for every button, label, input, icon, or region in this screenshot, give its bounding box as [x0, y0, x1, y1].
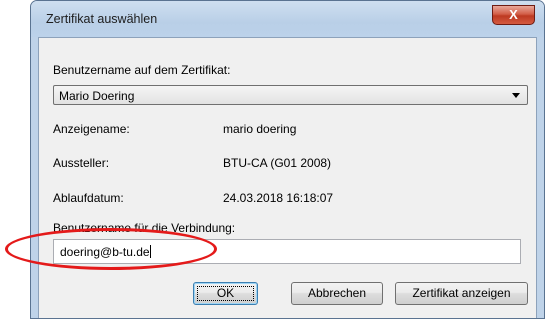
annotation-highlight-ellipse — [5, 228, 217, 270]
title-bar[interactable]: Zertifikat auswählen X — [31, 1, 544, 37]
cert-username-label: Benutzername auf dem Zertifikat: — [53, 63, 231, 77]
dialog-window: Zertifikat auswählen X Benutzername auf … — [30, 0, 545, 319]
cancel-button-label: Abbrechen — [307, 286, 367, 300]
show-certificate-button-label: Zertifikat anzeigen — [412, 286, 511, 300]
dropdown-arrow-icon — [512, 93, 520, 98]
ok-button[interactable]: OK — [193, 282, 258, 305]
expiry-value: 24.03.2018 16:18:07 — [223, 191, 334, 205]
issuer-label: Aussteller: — [53, 156, 110, 170]
display-name-label: Anzeigename: — [53, 122, 130, 136]
focus-rectangle — [197, 286, 254, 301]
cancel-button[interactable]: Abbrechen — [291, 282, 383, 305]
expiry-label: Ablaufdatum: — [53, 191, 124, 205]
cert-username-value: Mario Doering — [59, 89, 135, 103]
close-icon: X — [509, 7, 518, 22]
display-name-value: mario doering — [223, 122, 297, 136]
cert-username-select[interactable]: Mario Doering — [53, 85, 528, 105]
close-button[interactable]: X — [492, 5, 535, 25]
issuer-value: BTU-CA (G01 2008) — [223, 156, 332, 170]
window-title: Zertifikat auswählen — [46, 12, 158, 26]
dialog-body: Benutzername auf dem Zertifikat: Mario D… — [38, 37, 537, 318]
show-certificate-button[interactable]: Zertifikat anzeigen — [395, 282, 528, 305]
